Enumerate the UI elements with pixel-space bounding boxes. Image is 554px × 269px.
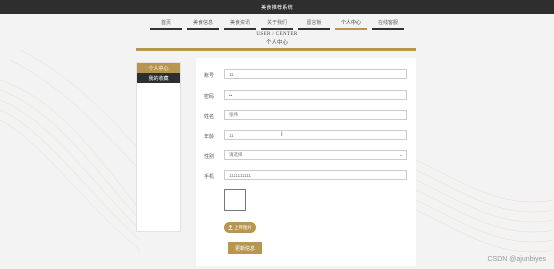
age-row: 年龄 11 <box>196 130 416 142</box>
nav-item-user-center[interactable]: 个人中心 <box>335 17 367 30</box>
text-cursor-icon: I <box>281 132 283 138</box>
password-input[interactable]: •• <box>224 90 407 100</box>
watermark: CSDN @ajunbiyes <box>487 256 546 263</box>
password-row: 密码 •• <box>196 90 416 102</box>
nav-item-customer-service[interactable]: 在线客服 <box>372 17 404 30</box>
section-heading: USER / CENTER 个人中心 <box>0 32 554 46</box>
password-label: 密码 <box>204 94 215 100</box>
site-title: 美食推荐系统 <box>261 4 293 11</box>
gender-select[interactable]: 请选择 ⌄ <box>224 150 407 160</box>
avatar-preview <box>224 189 246 211</box>
name-row: 姓名 张伟 <box>196 110 416 122</box>
phone-label: 手机 <box>204 174 215 180</box>
nav-item-home[interactable]: 首页 <box>150 17 182 30</box>
section-title-cn: 个人中心 <box>265 40 288 46</box>
sidebar-item-favorites[interactable]: 我的收藏 <box>137 73 180 83</box>
account-label: 账号 <box>204 73 215 79</box>
nav-item-food-info[interactable]: 美食信息 <box>187 17 219 30</box>
section-title-en: USER / CENTER <box>256 32 298 37</box>
update-info-button[interactable]: 更新信息 <box>228 242 262 254</box>
account-row: 账号 11 <box>196 69 416 81</box>
chevron-down-icon: ⌄ <box>398 152 403 158</box>
upload-icon <box>228 225 233 230</box>
phone-input[interactable]: 1111111111 <box>224 170 407 180</box>
gender-label: 性别 <box>204 154 215 160</box>
upload-image-button[interactable]: 上传图片 <box>224 222 256 233</box>
age-label: 年龄 <box>204 134 215 140</box>
sidebar: 个人中心 我的收藏 <box>136 62 181 232</box>
section-divider <box>136 48 416 51</box>
nav-item-about[interactable]: 关于我们 <box>261 17 293 30</box>
sidebar-item-user-center[interactable]: 个人中心 <box>137 63 180 73</box>
name-label: 姓名 <box>204 114 215 120</box>
main-nav: 首页 美食信息 美食资讯 关于我们 留言板 个人中心 在线客服 <box>150 17 404 31</box>
gender-select-value: 请选择 <box>229 152 243 157</box>
gender-row: 性别 请选择 ⌄ <box>196 150 416 162</box>
age-input[interactable]: 11 <box>224 130 407 140</box>
phone-row: 手机 1111111111 <box>196 170 416 182</box>
nav-item-message-board[interactable]: 留言板 <box>298 17 330 30</box>
account-input[interactable]: 11 <box>224 69 407 79</box>
profile-form: 账号 11 密码 •• 姓名 张伟 年龄 11 性别 请选择 ⌄ 手机 1111… <box>196 58 416 266</box>
name-input[interactable]: 张伟 <box>224 110 407 120</box>
nav-item-food-news[interactable]: 美食资讯 <box>224 17 256 30</box>
upload-image-label: 上传图片 <box>234 224 252 230</box>
site-title-bar: 美食推荐系统 <box>0 0 554 14</box>
